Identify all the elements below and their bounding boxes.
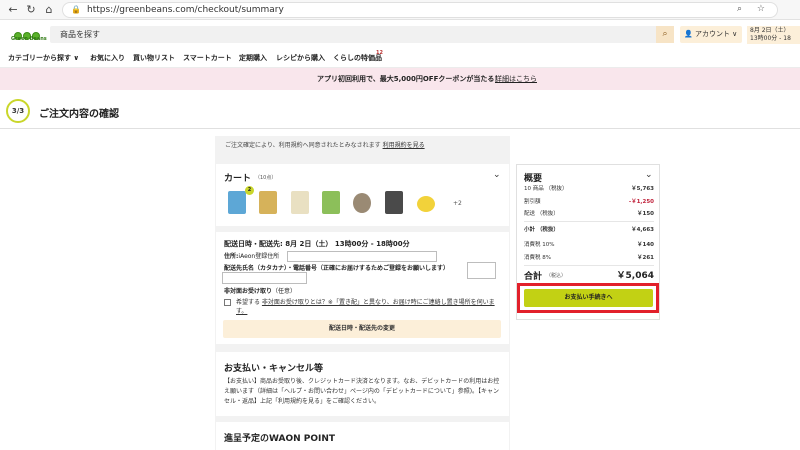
lock-icon: 🔒	[71, 5, 81, 14]
divider	[524, 265, 654, 266]
summary-row-items: 10 商品 （税抜） ￥5,763	[524, 186, 654, 192]
nonface-title: 非対面お受け取り（任意）	[224, 288, 297, 295]
terms-link[interactable]: 利用規約を見る	[383, 142, 425, 149]
nav-item-smart-cart[interactable]: スマートカート	[183, 53, 232, 63]
account-label: アカウント	[694, 30, 730, 38]
back-icon[interactable]: ←	[6, 3, 20, 17]
summary-row-shipping: 配送 （税抜） ￥150	[524, 211, 654, 217]
delivery-time-button[interactable]: 8月 2日（土） 13時00分 - 18	[747, 26, 800, 44]
cart-item-thumbnail	[259, 191, 277, 214]
search-input[interactable]: 商品を探す	[50, 26, 674, 43]
nonface-checkbox[interactable]	[224, 299, 231, 306]
deals-badge: 12	[376, 50, 383, 56]
logo-icon[interactable]	[14, 25, 42, 40]
change-delivery-button[interactable]: 配送日時・配送先の変更	[223, 320, 501, 338]
cart-item-thumbnail	[353, 193, 371, 213]
nav-item-category[interactable]: カテゴリーから探す ∨	[8, 53, 79, 63]
total-tax-note: （税込）	[546, 273, 567, 279]
shipping-title: 配送日時・配送先: 8月 2日（土） 13時00分 - 18時00分	[224, 240, 410, 248]
waon-title: 進呈予定のWAON POINT	[224, 434, 336, 444]
promo-link[interactable]: 詳細はこちら	[495, 74, 537, 84]
nav-item-deals[interactable]: くらしの特価品	[333, 53, 382, 63]
reload-icon[interactable]: ↻	[24, 3, 38, 17]
proceed-to-payment-button[interactable]: お支払い手続きへ	[524, 289, 653, 307]
cart-item-thumbnail	[417, 196, 435, 212]
address-line: 住所:iAeon登録住所	[224, 253, 280, 260]
address-redacted	[287, 251, 437, 262]
more-items-count: +2	[453, 200, 462, 207]
category-nav: カテゴリーから探す ∨ お気に入り 買い物リスト スマートカート 定期購入 レシ…	[0, 48, 800, 68]
quantity-badge: 2	[245, 186, 254, 195]
summary-row-tax8: 消費税 8% ￥261	[524, 255, 654, 261]
summary-row-discount: 割引額 -￥1,250	[524, 199, 654, 205]
user-icon: 👤	[684, 30, 693, 38]
divider	[0, 128, 800, 129]
nav-item-favorites[interactable]: お気に入り	[90, 53, 125, 63]
account-button[interactable]: 👤 アカウント ∨	[680, 26, 742, 43]
total-label: 合計	[524, 272, 543, 282]
payment-text: 【お支払い】商品お受取り後、クレジットカード決済となります。なお、デビットカード…	[224, 378, 500, 405]
url-text: https://greenbeans.com/checkout/summary	[87, 5, 284, 15]
nonface-link[interactable]: 非対面お受け取りとは？※「置き配」と異なり、お届け時にご連絡し置き場所を伺います…	[236, 299, 495, 315]
cart-count: （10点）	[255, 175, 277, 181]
phone-redacted	[467, 262, 496, 279]
cart-title: カート	[224, 174, 252, 184]
chevron-down-icon[interactable]: ⌄	[645, 170, 653, 180]
address-bar[interactable]: 🔒 https://greenbeans.com/checkout/summar…	[62, 2, 778, 18]
search-placeholder: 商品を探す	[60, 30, 100, 39]
nav-item-subscription[interactable]: 定期購入	[239, 53, 267, 63]
page-title: ご注文内容の確認	[39, 109, 119, 120]
cart-item-thumbnail	[385, 191, 403, 214]
step-indicator: 3/3	[6, 99, 30, 123]
browser-toolbar: ← ↻ ⌂ 🔒 https://greenbeans.com/checkout/…	[0, 0, 800, 20]
payment-title: お支払い・キャンセル等	[224, 364, 324, 374]
promo-banner: アプリ初回利用で、最大5,000円OFFクーポンが当たる！ 詳細はこちら	[0, 68, 800, 90]
search-icon[interactable]: ⌕	[656, 26, 674, 43]
promo-text: アプリ初回利用で、最大5,000円OFFクーポンが当たる！	[317, 75, 502, 83]
site-header: Green Beans 商品を探す ⌕ 👤 アカウント ∨ 8月 2日（土） 1…	[0, 20, 800, 48]
terms-note: ご注文確定により、利用規約へ同意されたとみなされます 利用規約を見る	[225, 142, 425, 149]
name-redacted	[222, 272, 307, 284]
cart-item-thumbnail	[228, 191, 246, 214]
total-value: ￥5,064	[616, 271, 654, 281]
summary-title: 概要	[524, 174, 543, 184]
nav-item-recipes[interactable]: レシピから購入	[276, 53, 325, 63]
delivery-hours: 13時00分 - 18	[750, 35, 791, 42]
summary-row-tax10: 消費税 10% ￥140	[524, 242, 654, 248]
nonface-text: 希望する 非対面お受け取りとは？※「置き配」と異なり、お届け時にご連絡し置き場所…	[236, 299, 495, 315]
cart-item-thumbnail	[291, 191, 309, 214]
cart-item-thumbnail	[322, 191, 340, 214]
nav-item-shopping-list[interactable]: 買い物リスト	[133, 53, 175, 63]
logo-text: Green Beans	[11, 36, 47, 42]
chevron-down-icon[interactable]: ⌄	[493, 170, 501, 180]
divider	[524, 221, 654, 222]
delivery-date: 8月 2日（土）	[750, 27, 790, 34]
summary-row-subtotal: 小計 （税抜） ￥4,663	[524, 227, 654, 233]
home-icon[interactable]: ⌂	[42, 3, 56, 17]
zoom-icon[interactable]: ⌕ ☆	[737, 4, 771, 14]
